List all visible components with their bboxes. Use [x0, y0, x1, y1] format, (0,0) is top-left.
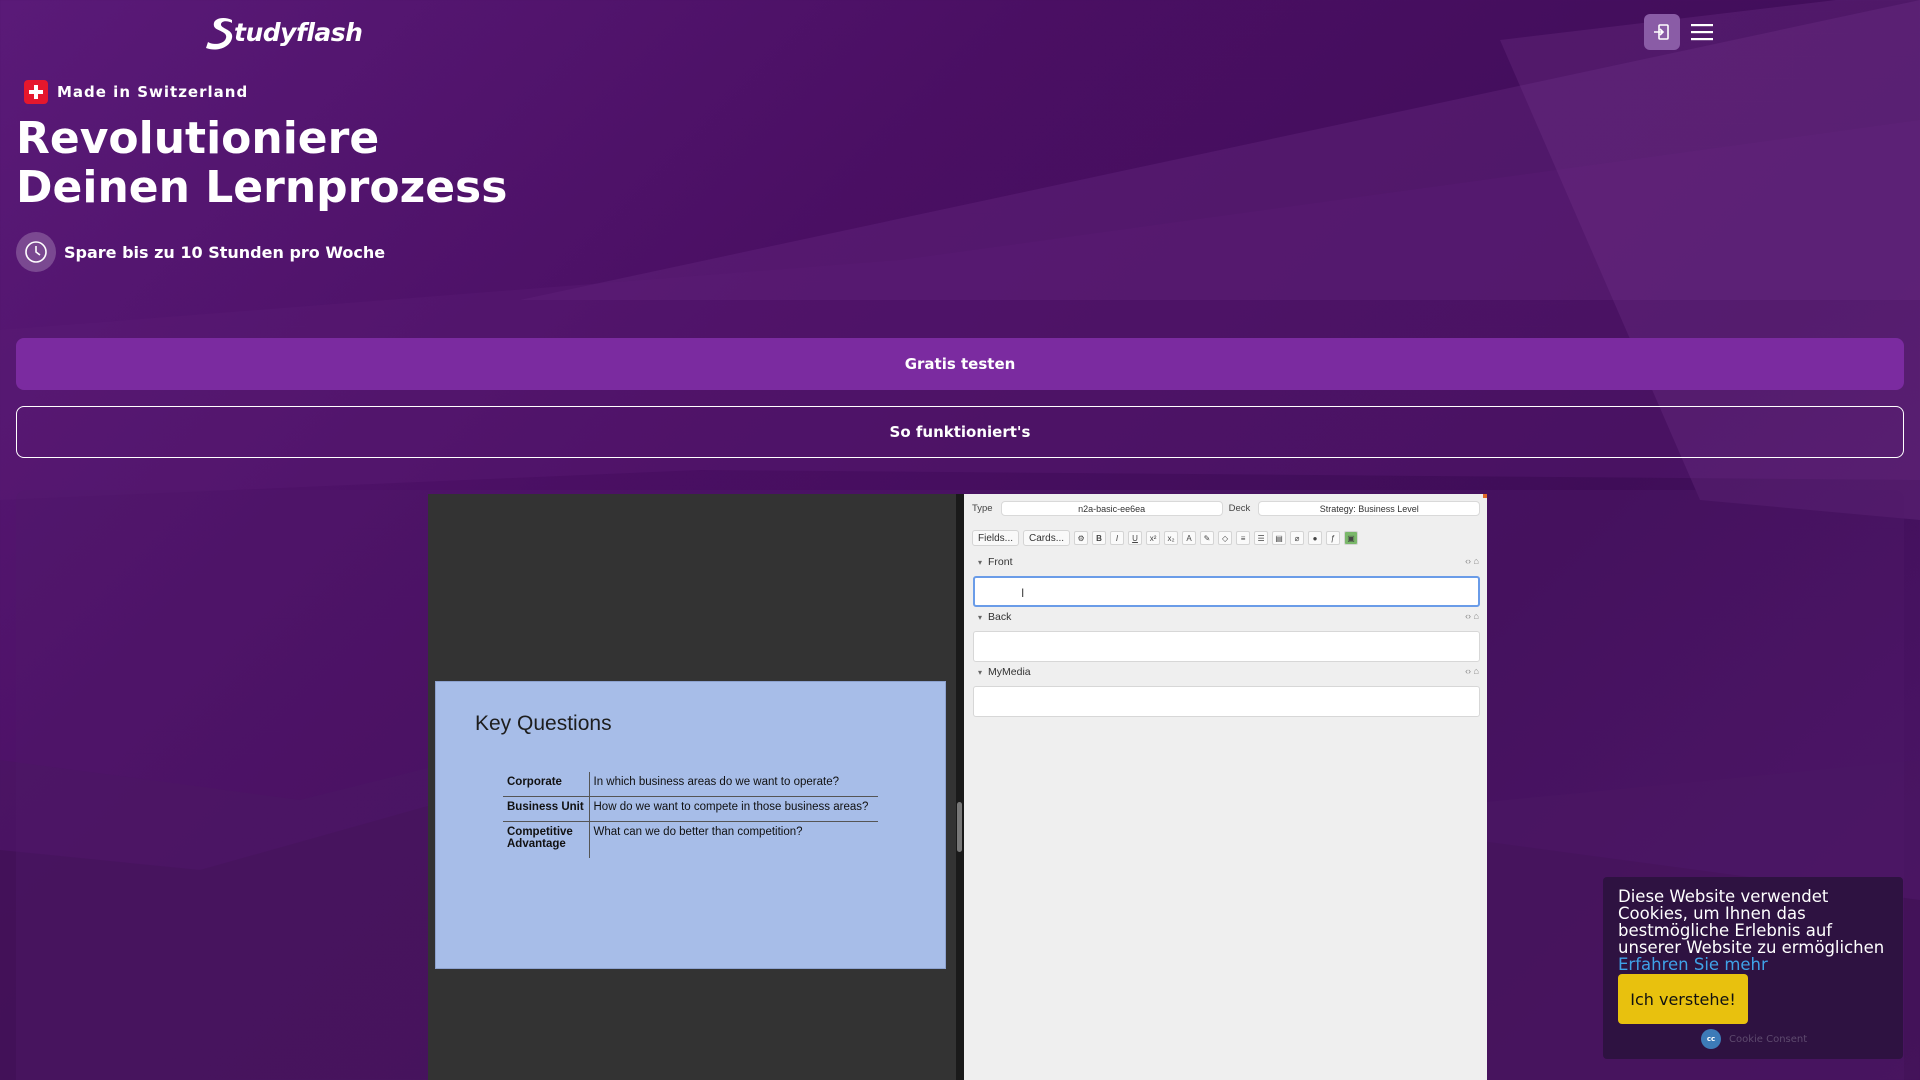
- code-pin-icon[interactable]: ‹› ⌂: [1465, 666, 1479, 676]
- table-row: Competitive Advantage What can we do bet…: [503, 821, 878, 858]
- how-it-works-button[interactable]: So funktioniert's: [16, 406, 1904, 458]
- code-pin-icon[interactable]: ‹› ⌂: [1465, 556, 1479, 566]
- fields-button[interactable]: Fields...: [972, 530, 1020, 546]
- card-editor-pane: Type n2a-basic-ee6ea Deck Strategy: Busi…: [964, 494, 1487, 1080]
- presentation-slide: Key Questions Corporate In which busines…: [435, 681, 946, 969]
- table-cell-value: What can we do better than competition?: [589, 821, 878, 858]
- type-select[interactable]: n2a-basic-ee6ea: [1000, 501, 1223, 516]
- table-cell-key: Business Unit: [503, 796, 590, 822]
- type-label: Type: [972, 503, 993, 514]
- media-field-label[interactable]: ▾ MyMedia: [978, 666, 1031, 678]
- back-field-label[interactable]: ▾ Back: [978, 611, 1011, 623]
- status-dot: [1483, 494, 1487, 498]
- made-in-switzerland-badge: Made in Switzerland: [24, 80, 248, 104]
- hero-title-line-1: Revolutioniere: [16, 113, 380, 164]
- free-trial-button[interactable]: Gratis testen: [16, 338, 1904, 390]
- italic-icon[interactable]: I: [1110, 531, 1125, 545]
- cookie-consent-logo-icon: cc: [1701, 1029, 1721, 1049]
- bold-icon[interactable]: B: [1092, 531, 1107, 545]
- text-color-icon[interactable]: A: [1182, 531, 1197, 545]
- deck-label: Deck: [1228, 503, 1251, 514]
- formula-icon[interactable]: ƒ: [1326, 531, 1341, 545]
- eraser-icon[interactable]: ◇: [1218, 531, 1233, 545]
- badge-text: Made in Switzerland: [57, 83, 249, 101]
- chevron-down-icon: ▾: [978, 557, 983, 567]
- gear-icon[interactable]: ⚙: [1074, 531, 1089, 545]
- table-row: Business Unit How do we want to compete …: [503, 796, 878, 822]
- table-row: Corporate In which business areas do we …: [503, 772, 878, 797]
- table-cell-key: Competitive Advantage: [503, 821, 590, 858]
- code-pin-icon[interactable]: ‹› ⌂: [1465, 611, 1479, 621]
- slide-table: Corporate In which business areas do we …: [503, 772, 878, 858]
- cards-button[interactable]: Cards...: [1023, 530, 1071, 546]
- cookie-banner: Diese Website verwendet Cookies, um Ihne…: [1603, 877, 1903, 1059]
- table-cell-key: Corporate: [503, 772, 590, 797]
- cookie-brand-text: Cookie Consent: [1729, 1033, 1808, 1045]
- clock-icon: [16, 232, 56, 272]
- logo-s-mark-icon: [206, 18, 233, 50]
- studyflash-logo[interactable]: tudyflash: [206, 12, 363, 52]
- learn-more-link[interactable]: Erfahren Sie mehr: [1618, 955, 1768, 974]
- deck-select[interactable]: Strategy: Business Level: [1258, 501, 1481, 516]
- hamburger-menu-icon: [1691, 24, 1713, 41]
- editor-toolbar: Fields... Cards... ⚙ B I U x² x₂ A ✎ ◇ ≡…: [972, 530, 1359, 546]
- hamburger-menu-button[interactable]: [1684, 14, 1720, 50]
- underline-icon[interactable]: U: [1128, 531, 1143, 545]
- video-left-pane: Key Questions Corporate In which busines…: [428, 494, 956, 1080]
- front-field-input[interactable]: I: [973, 576, 1480, 607]
- pane-resize-handle[interactable]: [957, 802, 962, 852]
- bullet-list-icon[interactable]: ≡: [1236, 531, 1251, 545]
- front-label-text: Front: [988, 556, 1013, 568]
- back-field-input[interactable]: [973, 631, 1480, 662]
- accept-cookies-button[interactable]: Ich verstehe!: [1618, 974, 1748, 1024]
- swiss-flag-icon: [24, 80, 48, 104]
- superscript-icon[interactable]: x²: [1146, 531, 1161, 545]
- attachment-icon[interactable]: ⌀: [1290, 531, 1305, 545]
- highlight-icon[interactable]: ✎: [1200, 531, 1215, 545]
- text-cursor-icon: I: [1021, 586, 1025, 600]
- time-saving-text: Spare bis zu 10 Stunden pro Woche: [64, 242, 386, 262]
- hero-title: Revolutioniere Deinen Lernprozess: [16, 114, 507, 212]
- media-field-input[interactable]: [973, 686, 1480, 717]
- logo-text: tudyflash: [234, 17, 363, 47]
- cookie-text: Diese Website verwendet Cookies, um Ihne…: [1618, 887, 1885, 957]
- login-button[interactable]: [1644, 14, 1680, 50]
- microphone-icon[interactable]: ●: [1308, 531, 1323, 545]
- cookie-message: Diese Website verwendet Cookies, um Ihne…: [1618, 888, 1893, 973]
- front-field-label[interactable]: ▾ Front: [978, 556, 1013, 568]
- type-deck-row: Type n2a-basic-ee6ea Deck Strategy: Busi…: [972, 501, 1481, 516]
- time-saving-claim: Spare bis zu 10 Stunden pro Woche: [16, 232, 385, 272]
- table-cell-value: In which business areas do we want to op…: [593, 776, 839, 788]
- subscript-icon[interactable]: x₂: [1164, 531, 1179, 545]
- hero-title-line-2: Deinen Lernprozess: [16, 162, 508, 213]
- site-header: tudyflash: [0, 0, 1920, 64]
- table-cell-value: How do we want to compete in those busin…: [589, 796, 878, 822]
- indent-icon[interactable]: ▤: [1272, 531, 1287, 545]
- back-label-text: Back: [988, 611, 1012, 623]
- numbered-list-icon[interactable]: ☰: [1254, 531, 1269, 545]
- pane-divider: [956, 494, 964, 1080]
- slide-title: Key Questions: [475, 712, 612, 735]
- chevron-down-icon: ▾: [978, 667, 983, 677]
- media-label-text: MyMedia: [988, 666, 1031, 678]
- cookie-consent-brand[interactable]: cc Cookie Consent: [1701, 1029, 1807, 1049]
- login-icon: [1654, 24, 1669, 40]
- image-icon[interactable]: ▣: [1344, 531, 1359, 545]
- chevron-down-icon: ▾: [978, 612, 983, 622]
- demo-video[interactable]: Key Questions Corporate In which busines…: [428, 494, 1487, 1080]
